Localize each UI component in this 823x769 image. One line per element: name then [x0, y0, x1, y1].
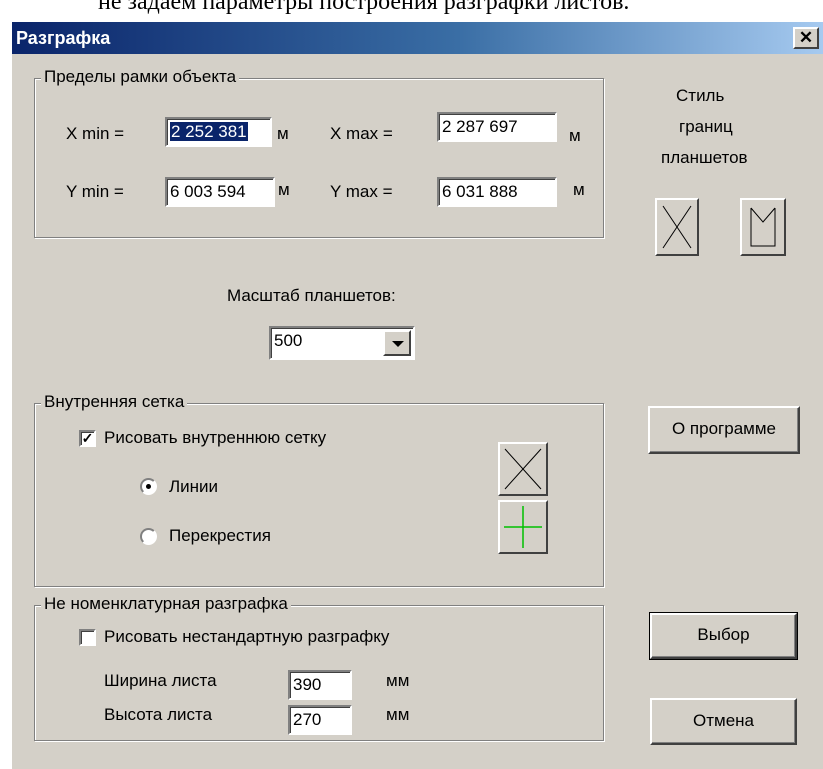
- sheet-width-unit: мм: [386, 671, 410, 690]
- select-button[interactable]: Выбор: [649, 612, 798, 660]
- radio-selected-dot: [146, 484, 151, 489]
- draw-custom-label: Рисовать нестандартную разграфку: [104, 627, 390, 646]
- open-frame-icon: [750, 207, 776, 247]
- grid-legend: Внутренняя сетка: [41, 392, 188, 412]
- draw-grid-label: Рисовать внутреннюю сетку: [104, 428, 327, 447]
- style-label-line1: Стиль: [676, 86, 725, 105]
- draw-custom-checkbox[interactable]: [79, 629, 96, 646]
- chevron-down-icon[interactable]: [383, 330, 411, 356]
- grid-lines-button[interactable]: [498, 442, 548, 496]
- checkmark-icon: ✓: [81, 430, 94, 446]
- sheet-height-label: Высота листа: [104, 705, 213, 724]
- xmin-label: X min =: [66, 124, 125, 143]
- ymax-unit: м: [573, 180, 585, 199]
- sheet-height-value: 270: [293, 710, 322, 729]
- ymax-label: Y max =: [330, 182, 393, 201]
- style-open-button[interactable]: [740, 198, 786, 256]
- xmax-unit: м: [569, 126, 581, 145]
- style-cross-button[interactable]: [655, 198, 699, 256]
- sheet-width-field[interactable]: 390: [288, 670, 352, 700]
- ymin-field[interactable]: 6 003 594: [165, 177, 275, 207]
- ymax-field[interactable]: 6 031 888: [437, 177, 557, 207]
- cancel-button-label: Отмена: [693, 711, 754, 730]
- cross-frame-icon: [662, 205, 692, 249]
- scale-label: Масштаб планшетов:: [227, 286, 396, 305]
- style-label-line3: планшетов: [661, 148, 748, 167]
- ymin-value: 6 003 594: [170, 182, 246, 201]
- about-button[interactable]: О программе: [648, 406, 800, 454]
- xmin-unit: м: [277, 124, 289, 143]
- diagonal-cross-icon: [504, 448, 542, 490]
- caption-area: не задаем параметры построения разграфки…: [0, 0, 823, 22]
- lines-label: Линии: [169, 477, 219, 496]
- lines-radio[interactable]: [140, 478, 157, 495]
- scale-value: 500: [274, 331, 303, 350]
- sheet-height-field[interactable]: 270: [288, 705, 352, 735]
- xmax-field[interactable]: 2 287 697: [437, 112, 557, 142]
- sheet-width-value: 390: [293, 675, 322, 694]
- ymin-label: Y min =: [66, 182, 124, 201]
- about-button-label: О программе: [671, 419, 776, 438]
- close-icon: ✕: [798, 28, 814, 47]
- select-button-label: Выбор: [697, 625, 750, 644]
- xmin-value: 2 252 381: [170, 122, 248, 141]
- draw-grid-checkbox[interactable]: ✓: [79, 430, 96, 447]
- sheet-height-unit: мм: [386, 705, 410, 724]
- ymin-unit: м: [278, 180, 290, 199]
- crosses-radio[interactable]: [140, 528, 157, 545]
- title-bar[interactable]: Разграфка ✕: [12, 22, 823, 54]
- close-button[interactable]: ✕: [793, 27, 819, 49]
- ymax-value: 6 031 888: [442, 182, 518, 201]
- window-title: Разграфка: [16, 28, 111, 48]
- grid-crosses-button[interactable]: [498, 500, 548, 554]
- cancel-button[interactable]: Отмена: [650, 698, 797, 745]
- sheet-width-label: Ширина листа: [104, 671, 217, 690]
- scale-combobox[interactable]: 500: [269, 326, 415, 360]
- bounds-group: Пределы рамки объекта: [34, 67, 604, 238]
- bounds-legend: Пределы рамки объекта: [41, 67, 240, 87]
- green-plus-icon: [504, 506, 542, 548]
- custom-legend: Не номенклатурная разграфка: [41, 594, 291, 614]
- xmax-value: 2 287 697: [442, 117, 518, 136]
- xmax-label: X max =: [330, 124, 393, 143]
- document-caption: не задаем параметры построения разграфки…: [98, 0, 630, 15]
- crosses-label: Перекрестия: [169, 526, 271, 545]
- xmin-field[interactable]: 2 252 381: [165, 117, 272, 147]
- dialog-razgrafka: Разграфка ✕ Пределы рамки объекта X min …: [12, 22, 823, 769]
- style-label-line2: границ: [679, 117, 733, 136]
